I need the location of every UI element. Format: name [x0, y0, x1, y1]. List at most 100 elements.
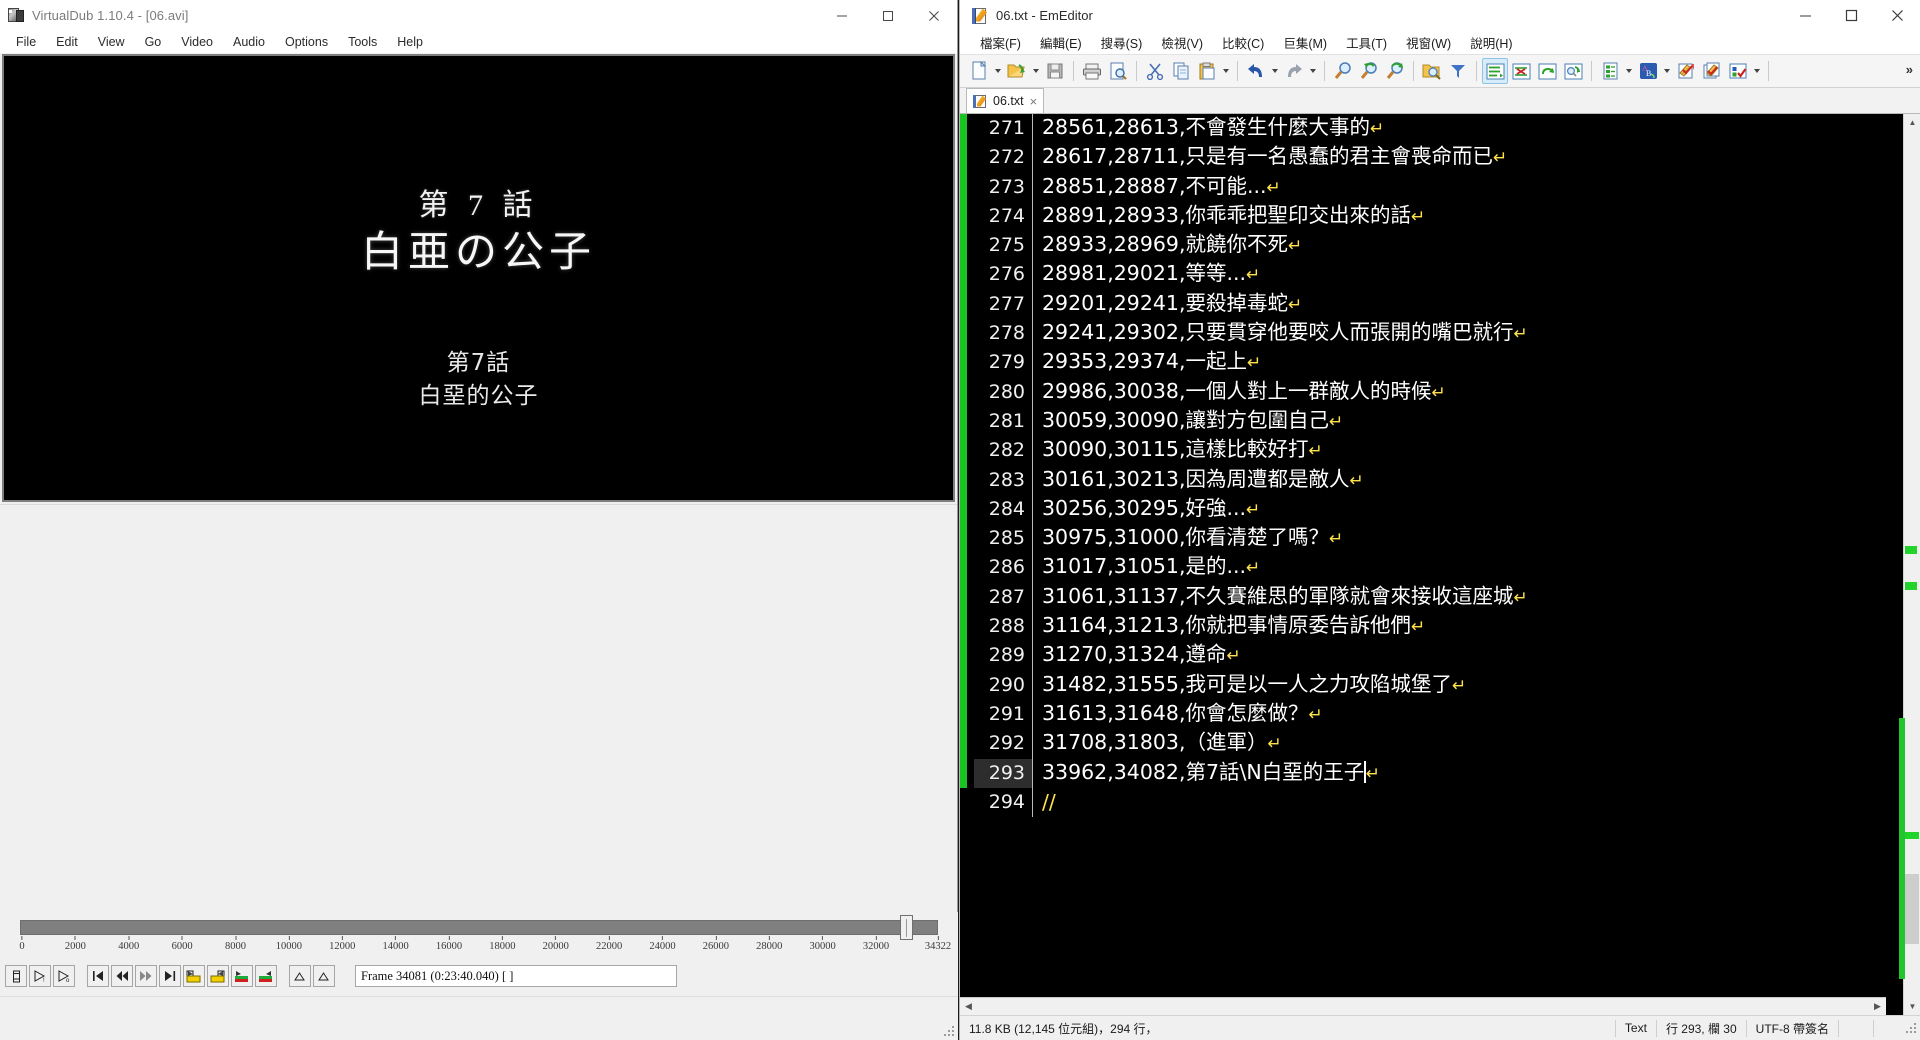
- maximize-button[interactable]: [865, 0, 911, 31]
- undo-icon[interactable]: [1243, 58, 1269, 84]
- line-text[interactable]: 31164,31213,你就把事情原委告訴他們↵: [1033, 611, 1425, 642]
- code-line[interactable]: 289 31270,31324,遵命↵: [960, 641, 1886, 671]
- mark-in-button[interactable]: [183, 965, 205, 987]
- menu-help[interactable]: 說明(H): [1461, 31, 1522, 54]
- horizontal-scrollbar[interactable]: ◀ ▶: [960, 997, 1886, 1015]
- go-to-start-button[interactable]: [87, 965, 109, 987]
- copy-icon[interactable]: [1168, 58, 1194, 84]
- bookmark-indicator[interactable]: [960, 260, 967, 290]
- undo-dropdown[interactable]: [1269, 58, 1281, 84]
- vscroll-bar[interactable]: ▲ ▼: [1903, 114, 1920, 1015]
- bookmark-indicator[interactable]: [960, 172, 967, 202]
- menu-video[interactable]: Video: [171, 32, 223, 52]
- bookmark-indicator[interactable]: [960, 231, 967, 261]
- line-text[interactable]: 28561,28613,不會發生什麼大事的↵: [1033, 114, 1384, 144]
- menu-file[interactable]: 檔案(F): [971, 31, 1031, 54]
- bookmark-indicator[interactable]: [960, 641, 967, 671]
- code-lines-container[interactable]: 271 28561,28613,不會發生什麼大事的↵ 272 28617,28711,…: [960, 114, 1886, 997]
- select-checks-dropdown[interactable]: [1751, 58, 1763, 84]
- resize-grip[interactable]: [943, 1025, 955, 1037]
- bookmark-indicator[interactable]: [960, 406, 967, 437]
- tab-close-icon[interactable]: ×: [1030, 94, 1038, 109]
- find-icon[interactable]: [1330, 58, 1356, 84]
- scroll-up-icon[interactable]: ▲: [1904, 114, 1920, 131]
- bookmark-indicator[interactable]: [960, 524, 967, 554]
- scroll-left-icon[interactable]: ◀: [960, 998, 977, 1015]
- menu-file[interactable]: File: [6, 32, 46, 52]
- menu-window[interactable]: 視窗(W): [1397, 31, 1461, 54]
- code-line[interactable]: 274 28891,28933,你乖乖把聖印交出來的話↵: [960, 201, 1886, 232]
- play-output-button[interactable]: o: [53, 965, 75, 987]
- close-button[interactable]: [911, 0, 957, 31]
- macro-run-icon[interactable]: [1673, 58, 1699, 84]
- line-text[interactable]: 28617,28711,只是有一名愚蠢的君主會喪命而已↵: [1033, 142, 1507, 173]
- frame-status-field[interactable]: Frame 34081 (0:23:40.040) [ ]: [355, 965, 677, 987]
- code-line[interactable]: 288 31164,31213,你就把事情原委告訴他們↵: [960, 611, 1886, 642]
- scroll-down-icon[interactable]: ▼: [1904, 998, 1920, 1015]
- redo-icon[interactable]: [1281, 58, 1307, 84]
- code-line[interactable]: 286 31017,31051,是的...↵: [960, 553, 1886, 583]
- line-text[interactable]: 30161,30213,因為周遭都是敵人↵: [1033, 465, 1364, 496]
- bookmark-indicator[interactable]: [960, 612, 967, 642]
- bookmark-indicator[interactable]: [960, 582, 967, 613]
- line-text[interactable]: 31061,31137,不久賽維思的軍隊就會來接收這座城↵: [1033, 582, 1528, 613]
- minimize-button[interactable]: [1782, 0, 1828, 31]
- line-text[interactable]: 30975,31000,你看清楚了嗎？↵: [1033, 523, 1343, 554]
- line-text[interactable]: 28981,29021,等等...↵: [1033, 259, 1260, 290]
- open-file-dropdown[interactable]: [1030, 58, 1042, 84]
- bookmark-indicator[interactable]: [960, 465, 967, 495]
- code-line[interactable]: 271 28561,28613,不會發生什麼大事的↵: [960, 114, 1886, 144]
- bookmark-indicator[interactable]: [960, 729, 967, 759]
- find-previous-icon[interactable]: [1356, 58, 1382, 84]
- line-text[interactable]: 29353,29374,一起上↵: [1033, 347, 1261, 378]
- code-line[interactable]: 284 30256,30295,好強...↵: [960, 494, 1886, 525]
- menu-options[interactable]: Options: [275, 32, 338, 52]
- code-line[interactable]: 275 28933,28969,就饒你不死↵: [960, 230, 1886, 261]
- status-position[interactable]: 行 293, 欄 30: [1657, 1016, 1746, 1040]
- wrap-lines-icon[interactable]: [1482, 58, 1508, 84]
- markdown-icon[interactable]: [1508, 58, 1534, 84]
- status-mode[interactable]: Text: [1616, 1016, 1656, 1040]
- open-file-icon[interactable]: [1004, 58, 1030, 84]
- mark-out-button[interactable]: [207, 965, 229, 987]
- prev-keyframe-button[interactable]: [111, 965, 133, 987]
- code-line[interactable]: 276 28981,29021,等等...↵: [960, 259, 1886, 290]
- code-line[interactable]: 285 30975,31000,你看清楚了嗎？↵: [960, 523, 1886, 554]
- close-button[interactable]: [1874, 0, 1920, 31]
- resize-grip[interactable]: [1904, 1021, 1918, 1035]
- code-line[interactable]: 277 29201,29241,要殺掉毒蛇↵: [960, 289, 1886, 320]
- scene-prev-button[interactable]: [289, 965, 311, 987]
- menu-help[interactable]: Help: [387, 32, 433, 52]
- outline-icon[interactable]: [1597, 58, 1623, 84]
- print-preview-icon[interactable]: [1105, 58, 1131, 84]
- line-text[interactable]: 30256,30295,好強...↵: [1033, 494, 1260, 525]
- bookmark-indicator[interactable]: [960, 436, 967, 466]
- cut-icon[interactable]: [1142, 58, 1168, 84]
- code-line[interactable]: 282 30090,30115,這樣比較好打↵: [960, 436, 1886, 466]
- hscroll-track[interactable]: [977, 998, 1869, 1015]
- next-edit-button[interactable]: [255, 965, 277, 987]
- menu-edit[interactable]: Edit: [46, 32, 88, 52]
- paste-icon[interactable]: [1194, 58, 1220, 84]
- vertical-scrollbar-minimap[interactable]: ▲ ▼: [1886, 114, 1920, 1015]
- menu-view[interactable]: View: [88, 32, 135, 52]
- line-text[interactable]: 30059,30090,讓對方包圍自己↵: [1033, 406, 1343, 437]
- line-text[interactable]: 31708,31803,（進軍）↵: [1033, 728, 1282, 759]
- find-next-icon[interactable]: [1382, 58, 1408, 84]
- line-text[interactable]: 33962,34082,第7話\N白堊的王子↵: [1033, 758, 1380, 789]
- menu-edit[interactable]: 編輯(E): [1031, 31, 1092, 54]
- timeline-track[interactable]: [20, 920, 938, 935]
- outline-dropdown[interactable]: [1623, 58, 1635, 84]
- spell-check-icon[interactable]: AB: [1635, 58, 1661, 84]
- line-text[interactable]: 28933,28969,就饒你不死↵: [1033, 230, 1302, 261]
- maximize-button[interactable]: [1828, 0, 1874, 31]
- go-to-end-button[interactable]: [159, 965, 181, 987]
- new-file-icon[interactable]: [966, 58, 992, 84]
- emeditor-text-area[interactable]: 271 28561,28613,不會發生什麼大事的↵ 272 28617,28711,…: [960, 114, 1920, 1015]
- menu-view[interactable]: 檢視(V): [1152, 31, 1213, 54]
- line-text[interactable]: 29986,30038,一個人對上一群敵人的時候↵: [1033, 377, 1446, 408]
- bookmark-indicator[interactable]: [960, 114, 967, 144]
- minimize-button[interactable]: [819, 0, 865, 31]
- code-line[interactable]: 278 29241,29302,只要貫穿他要咬人而張開的嘴巴就行↵: [960, 319, 1886, 349]
- toolbar-overflow-chevron[interactable]: »: [1906, 62, 1913, 77]
